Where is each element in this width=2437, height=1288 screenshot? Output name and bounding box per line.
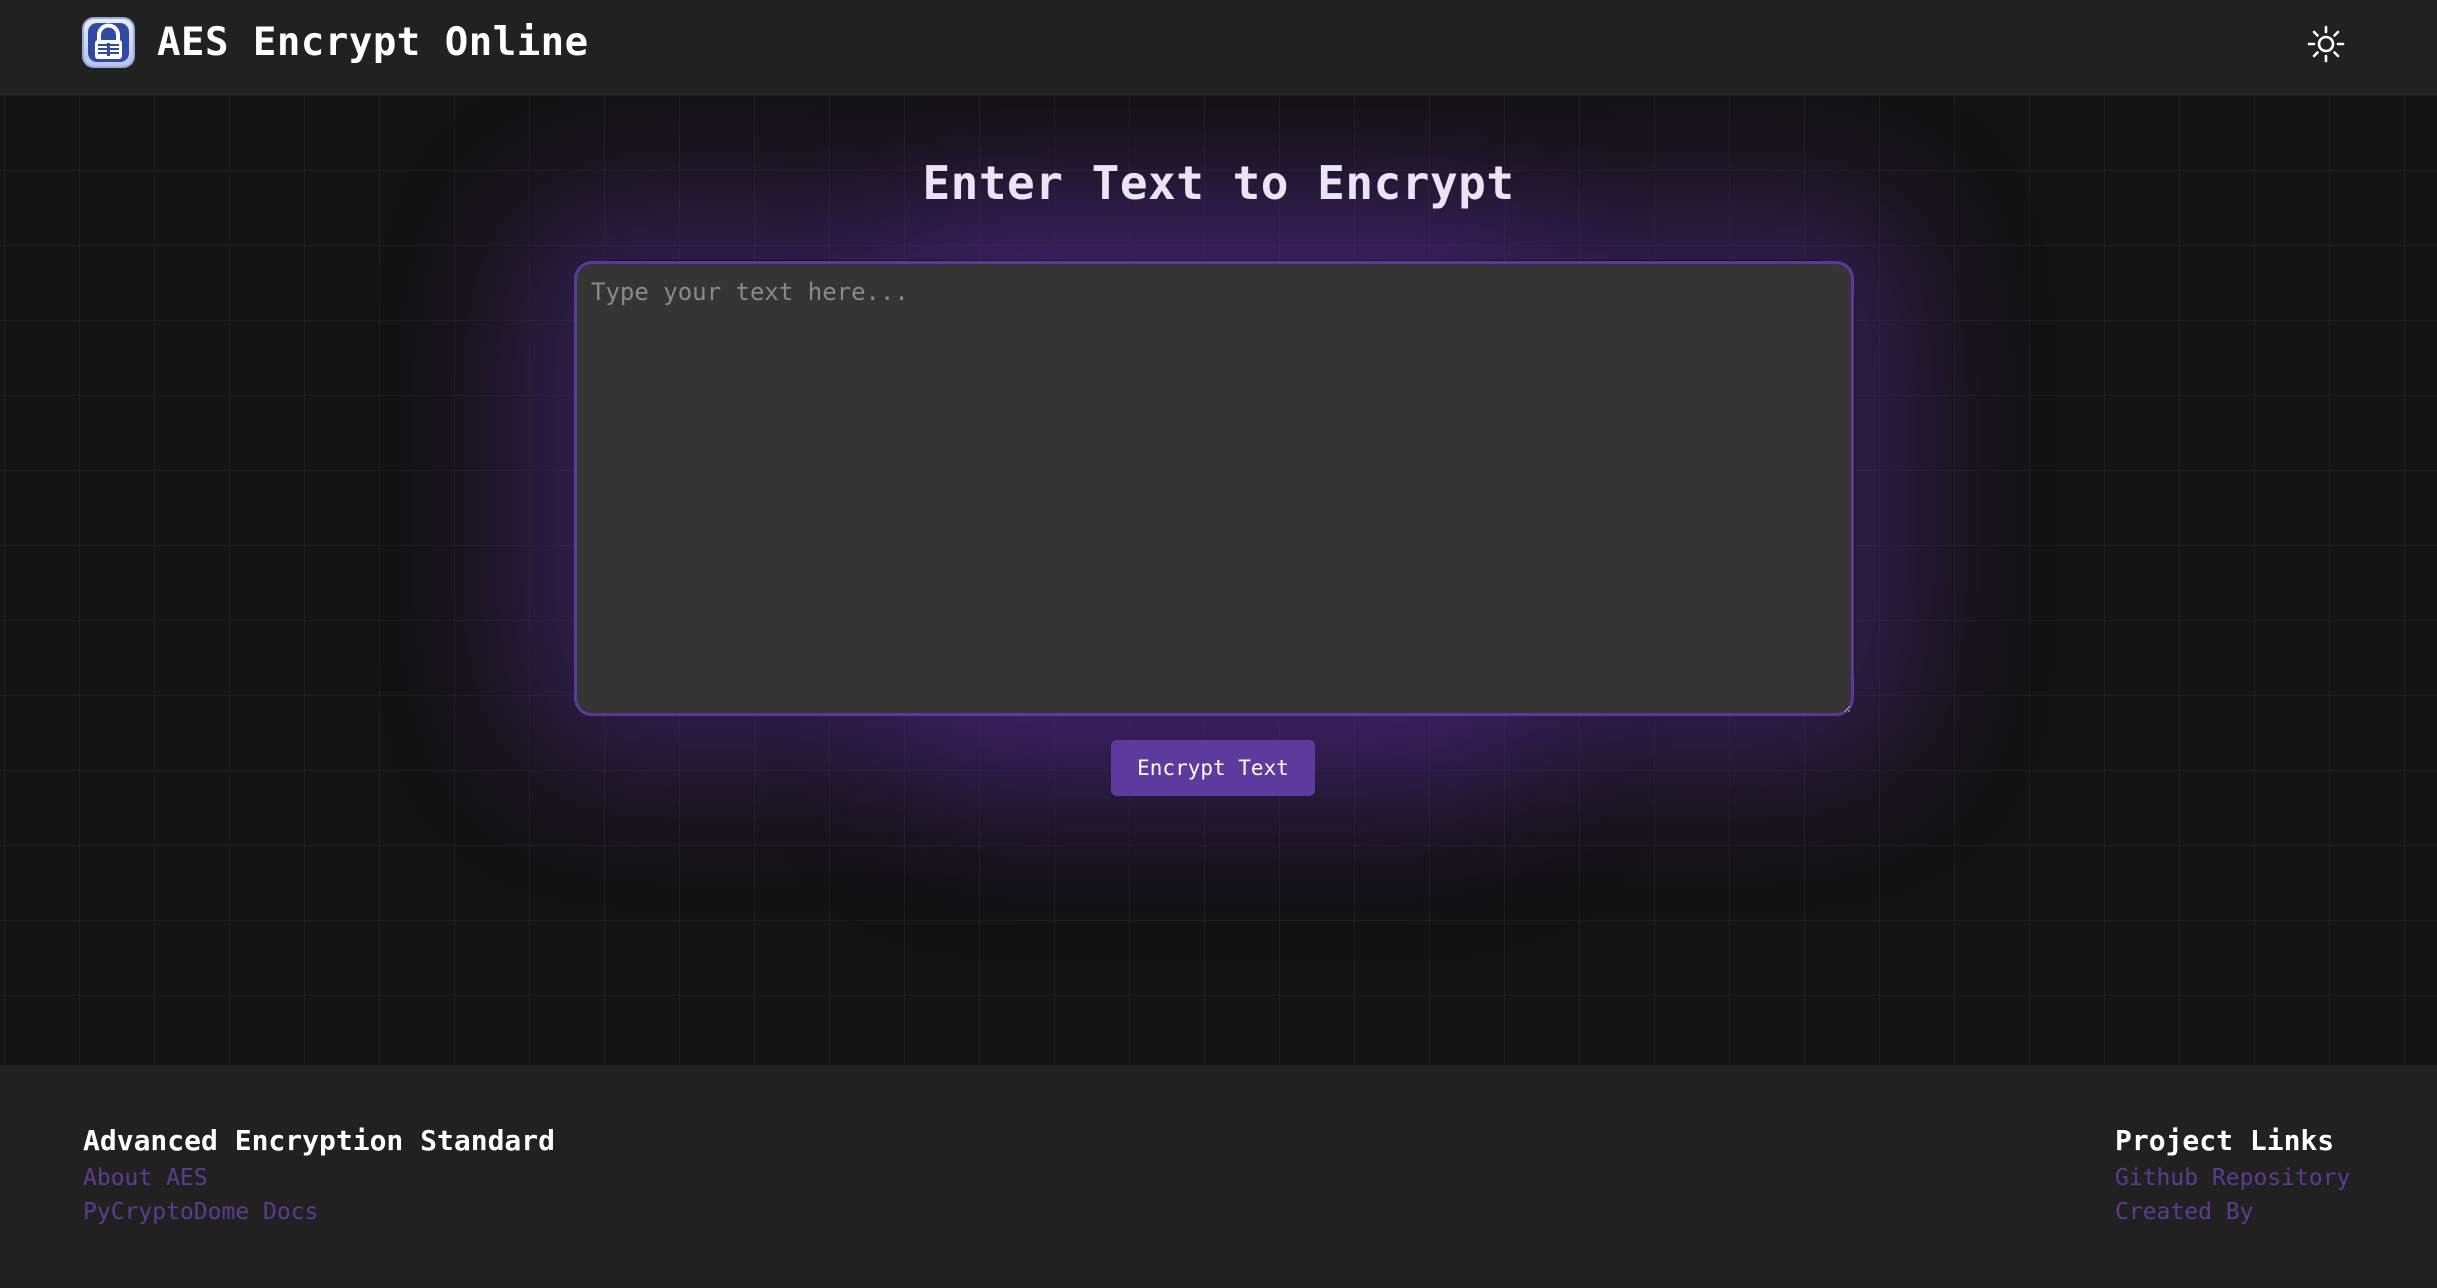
created-by-link[interactable]: Created By	[2115, 1195, 2350, 1229]
footer-heading-project: Project Links	[2115, 1124, 2335, 1157]
main-content: Enter Text to Encrypt Encrypt Text	[0, 95, 2437, 1065]
footer-heading-aes: Advanced Encryption Standard	[83, 1124, 556, 1157]
app-title: AES Encrypt Online	[157, 20, 589, 65]
theme-toggle-button[interactable]	[2306, 24, 2346, 64]
github-repository-link[interactable]: Github Repository	[2115, 1161, 2350, 1195]
pycryptodome-docs-link[interactable]: PyCryptoDome Docs	[83, 1195, 555, 1229]
sun-icon	[2307, 25, 2345, 63]
app-header: AES Encrypt Online	[0, 0, 2437, 95]
footer: Advanced Encryption Standard About AES P…	[0, 1065, 2437, 1288]
about-aes-link[interactable]: About AES	[83, 1161, 555, 1195]
page-title: Enter Text to Encrypt	[922, 156, 1515, 210]
encrypt-button[interactable]: Encrypt Text	[1111, 740, 1315, 796]
text-input[interactable]	[574, 261, 1854, 716]
footer-column-aes: Advanced Encryption Standard About AES P…	[83, 1123, 555, 1229]
footer-column-project: Project Links Github Repository Created …	[2115, 1123, 2350, 1229]
padlock-logo-icon	[82, 17, 135, 68]
